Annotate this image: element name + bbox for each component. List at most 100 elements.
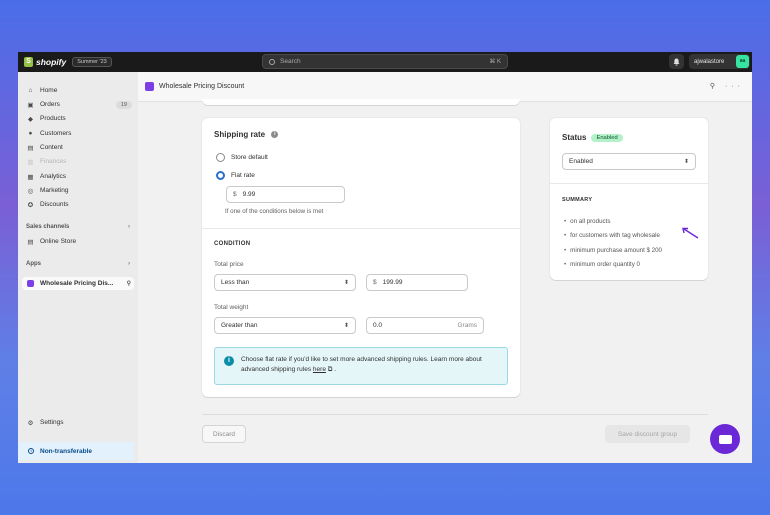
search-bar[interactable]: Search ⌘ K [262,54,508,69]
store-menu[interactable]: ajwalastore aa [689,54,750,69]
app-window: S shopify Summer '23 Search ⌘ K ajwalast… [18,52,752,463]
non-transferable-banner[interactable]: i Non-transferable [18,442,134,460]
shipping-rate-title: Shipping rate [214,130,266,139]
flat-rate-label: Flat rate [231,172,255,179]
banner-message: Choose flat rate if you'd like to set mo… [241,356,482,373]
sales-channels-header[interactable]: Sales channels › [26,224,130,230]
sidebar-item-orders[interactable]: ▣ Orders 19 [22,98,134,111]
list-item: minimum order quantity 0 [564,258,704,273]
status-select-value: Enabled [569,158,593,165]
save-discount-group-button[interactable]: Save discount group [605,425,690,443]
search-placeholder: Search [280,58,301,65]
search-shortcut: ⌘ K [489,59,501,65]
chevron-right-icon: › [128,224,130,230]
page-title: Wholesale Pricing Discount [159,83,245,90]
sidebar-item-analytics[interactable]: ▦ Analytics [22,170,134,183]
weight-value: 0.0 [373,322,383,329]
info-icon: i [224,356,234,366]
discard-button[interactable]: Discard [202,425,246,443]
weight-operator-select[interactable]: Greater than ⬍ [214,317,356,334]
annotation-arrow-icon [682,227,699,239]
price-operator-select[interactable]: Less than ⬍ [214,274,356,291]
price-value: 199.99 [382,279,403,286]
edition-badge[interactable]: Summer '23 [72,57,112,67]
tag-icon: ◆ [28,115,33,123]
sidebar-item-home[interactable]: ⌂ Home [22,84,134,97]
sidebar-item-label: Home [40,87,58,94]
store-default-label: Store default [231,154,268,161]
total-price-label: Total price [214,261,244,268]
flat-rate-radio[interactable] [216,171,225,180]
sidebar: ⌂ Home ▣ Orders 19 ◆ Products ● Customer… [18,72,138,463]
flat-rate-input[interactable]: $ 9.99 [226,186,345,203]
select-caret-icon: ⬍ [343,280,349,286]
shopify-logo[interactable]: S shopify [24,57,66,67]
sidebar-item-settings[interactable]: ⚙ Settings [22,416,134,429]
previous-card-edge [202,99,520,105]
section-divider [550,183,708,184]
shipping-rules-link[interactable]: here [313,366,326,373]
apps-header[interactable]: Apps › [26,261,130,267]
chart-icon: ▦ [27,173,34,181]
flat-rate-option[interactable]: Flat rate [216,171,255,180]
weight-unit: Grams [457,322,478,329]
chat-icon[interactable] [710,424,740,454]
chevron-right-icon: › [128,261,130,267]
sidebar-item-customers[interactable]: ● Customers [22,127,134,140]
sidebar-item-finances: ▥ Finances [22,155,134,168]
shopify-bag-icon: S [24,57,33,67]
header-actions[interactable]: ⚲ ··· [710,82,744,90]
top-bar: S shopify Summer '23 Search ⌘ K ajwalast… [18,52,752,72]
footer-divider [202,414,708,415]
shipping-rate-heading: Shipping rate i [214,130,279,139]
sidebar-item-label: Marketing [40,187,69,194]
bell-icon[interactable] [669,54,684,69]
sidebar-item-label: Discounts [40,201,69,208]
sidebar-item-discounts[interactable]: ✪ Discounts [22,198,134,211]
price-value-input[interactable]: $ 199.99 [366,274,468,291]
shipping-rate-card: Shipping rate i Store default Flat rate … [202,118,520,397]
weight-value-input[interactable]: 0.0 Grams [366,317,484,334]
content-icon: ▤ [27,144,34,152]
sidebar-item-label: Settings [40,419,64,426]
sidebar-item-wholesale-app[interactable]: Wholesale Pricing Dis... ⚲ [22,277,134,290]
bank-icon: ▥ [27,158,34,166]
sidebar-item-label: Analytics [40,173,67,180]
pin-icon[interactable]: ⚲ [127,280,131,287]
brand-name: shopify [36,57,67,67]
store-avatar: aa [736,55,749,68]
store-name: ajwalastore [694,58,725,65]
store-default-radio[interactable] [216,153,225,162]
status-card: Status Enabled Enabled ⬍ SUMMARY on all … [550,118,708,280]
sidebar-item-products[interactable]: ◆ Products [22,112,134,125]
main-content: Wholesale Pricing Discount ⚲ ··· Shippin… [138,72,752,463]
page-header: Wholesale Pricing Discount ⚲ ··· [138,72,752,102]
status-select[interactable]: Enabled ⬍ [562,153,696,170]
sidebar-item-label: Online Store [40,238,77,245]
sales-channels-label: Sales channels [26,224,70,230]
discount-icon: ✪ [27,201,34,209]
orders-icon: ▣ [27,101,34,109]
info-icon[interactable]: i [271,131,279,139]
currency-prefix: $ [233,191,237,198]
target-icon: ◎ [27,187,34,195]
currency-prefix: $ [373,279,377,286]
sidebar-item-label: Products [40,115,66,122]
sidebar-item-label: Customers [40,130,72,137]
person-icon: ● [28,130,33,137]
sidebar-item-content[interactable]: ▤ Content [22,141,134,154]
flat-rate-help-text: If one of the conditions below is met [225,208,324,215]
flat-rate-value: 9.99 [242,191,256,198]
status-title: Status [562,133,587,142]
sidebar-item-marketing[interactable]: ◎ Marketing [22,184,134,197]
sidebar-item-online-store[interactable]: ▤ Online Store [22,235,134,248]
sidebar-item-label: Orders [40,101,60,108]
summary-list: on all products for customers with tag w… [564,214,704,272]
select-caret-icon: ⬍ [683,159,689,165]
condition-heading: CONDITION [214,241,251,247]
weight-operator-value: Greater than [221,322,258,329]
store-default-option[interactable]: Store default [216,153,268,162]
list-item: minimum purchase amount $ 200 [564,243,704,258]
search-icon [269,58,275,65]
info-icon: i [28,448,34,454]
